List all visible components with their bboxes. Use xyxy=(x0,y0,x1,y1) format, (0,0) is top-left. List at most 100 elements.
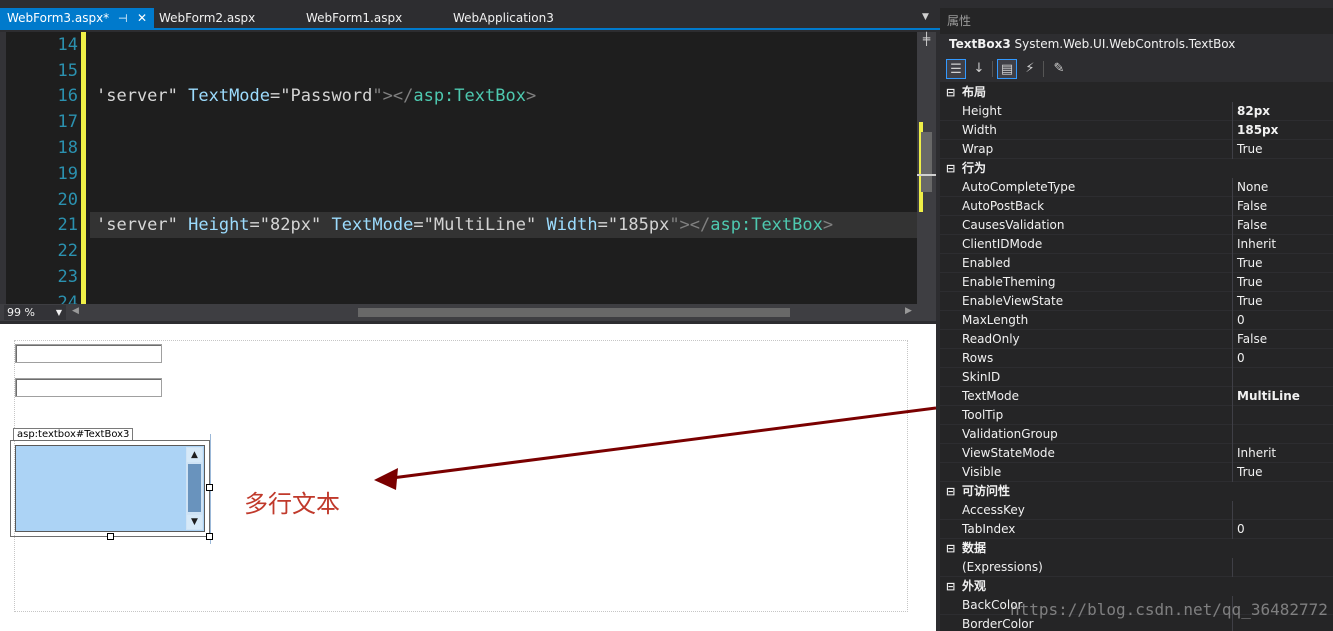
toolbar-separator xyxy=(1043,61,1044,77)
toolbar-separator xyxy=(992,61,993,77)
line-number: 14 xyxy=(57,35,78,55)
textbox-2-password[interactable] xyxy=(15,378,162,397)
design-surface[interactable]: asp:textbox#TextBox3 ▲ ▼ 多行文本 xyxy=(0,321,936,631)
close-icon[interactable]: ✕ xyxy=(137,8,147,29)
collapse-icon[interactable]: ⊟ xyxy=(946,159,955,178)
tab-webform1[interactable]: WebForm1.aspx xyxy=(299,8,439,30)
vs-ide-window: WebForm3.aspx* ⊣ ✕ WebForm2.aspx WebForm… xyxy=(0,0,1333,631)
collapse-icon[interactable]: ⊟ xyxy=(946,577,955,596)
properties-panel: 属性 TextBox3 System.Web.UI.WebControls.Te… xyxy=(940,8,1333,631)
property-row[interactable]: MaxLength 0 xyxy=(940,311,1333,330)
zoom-select[interactable]: 99 % ▼ xyxy=(4,305,66,320)
zoom-value: 99 % xyxy=(7,306,35,319)
property-row[interactable]: EnableViewState True xyxy=(940,292,1333,311)
property-pages-icon[interactable]: ✎ xyxy=(1049,59,1069,79)
tab-label: WebForm1.aspx xyxy=(306,11,403,25)
line-number: 21 xyxy=(57,215,78,235)
scrollbar-thumb[interactable] xyxy=(188,464,201,512)
collapse-icon[interactable]: ⊟ xyxy=(946,83,955,102)
property-row[interactable]: Enabled True xyxy=(940,254,1333,273)
property-row[interactable]: ValidationGroup xyxy=(940,425,1333,444)
property-row[interactable]: Visible True xyxy=(940,463,1333,482)
category-data[interactable]: ⊟ 数据 xyxy=(940,539,1333,558)
line-number-gutter: 14 15 16 17 18 19 20 21 22 23 24 xyxy=(6,32,86,304)
line-number: 23 xyxy=(57,267,78,287)
tab-webform3[interactable]: WebForm3.aspx* ⊣ ✕ xyxy=(0,8,154,30)
property-row[interactable]: Width 185px xyxy=(940,121,1333,140)
resize-handle-bottom[interactable] xyxy=(107,533,114,540)
category-behavior[interactable]: ⊟ 行为 xyxy=(940,159,1333,178)
tab-label: WebForm3.aspx* xyxy=(7,11,110,25)
property-row[interactable]: CausesValidation False xyxy=(940,216,1333,235)
zoom-and-hscroll-bar: 99 % ▼ ◀ ▶ xyxy=(0,304,936,321)
property-row[interactable]: (Expressions) xyxy=(940,558,1333,577)
alphabetical-icon[interactable]: ↓ xyxy=(969,59,989,79)
tab-webapplication3[interactable]: WebApplication3 xyxy=(446,8,586,30)
property-row[interactable]: Height 82px xyxy=(940,102,1333,121)
annotation-text: 多行文本 xyxy=(244,490,340,518)
property-row[interactable]: Wrap True xyxy=(940,140,1333,159)
scroll-right-icon[interactable]: ▶ xyxy=(905,306,912,316)
scrollbar-caret-marker xyxy=(917,174,936,176)
object-type: System.Web.UI.WebControls.TextBox xyxy=(1014,37,1236,51)
category-layout[interactable]: ⊟ 布局 xyxy=(940,83,1333,102)
textbox-scrollbar[interactable]: ▲ ▼ xyxy=(186,447,203,530)
properties-toolbar: ☰ ↓ ▤ ⚡ ✎ xyxy=(940,56,1333,82)
property-row[interactable]: SkinID xyxy=(940,368,1333,387)
panel-title: 属性 xyxy=(947,14,972,28)
category-accessibility[interactable]: ⊟ 可访问性 xyxy=(940,482,1333,501)
line-number: 17 xyxy=(57,112,78,132)
property-row[interactable]: ReadOnly False xyxy=(940,330,1333,349)
category-appearance[interactable]: ⊟ 外观 xyxy=(940,577,1333,596)
property-row[interactable]: AutoCompleteType None xyxy=(940,178,1333,197)
property-row[interactable]: ToolTip xyxy=(940,406,1333,425)
document-tab-strip: WebForm3.aspx* ⊣ ✕ WebForm2.aspx WebForm… xyxy=(0,8,940,30)
line-number: 16 xyxy=(57,86,78,106)
property-row[interactable]: EnableTheming True xyxy=(940,273,1333,292)
line-number: 18 xyxy=(57,138,78,158)
line-number: 22 xyxy=(57,241,78,261)
textbox-1[interactable] xyxy=(15,344,162,363)
object-name: TextBox3 xyxy=(949,37,1011,51)
categorized-icon[interactable]: ☰ xyxy=(946,59,966,79)
line-number: 24 xyxy=(57,293,78,304)
line-number: 15 xyxy=(57,61,78,81)
tab-webform2[interactable]: WebForm2.aspx xyxy=(152,8,292,30)
properties-icon[interactable]: ▤ xyxy=(997,59,1017,79)
property-row[interactable]: AutoPostBack False xyxy=(940,197,1333,216)
tab-label: WebForm2.aspx xyxy=(159,11,256,25)
resize-handle-bottom-right[interactable] xyxy=(206,533,213,540)
scroll-down-icon[interactable]: ▼ xyxy=(187,515,202,529)
scroll-left-icon[interactable]: ◀ xyxy=(72,306,79,316)
scroll-up-icon[interactable]: ▲ xyxy=(187,448,202,462)
collapse-icon[interactable]: ⊟ xyxy=(946,539,955,558)
property-row[interactable]: ViewStateMode Inherit xyxy=(940,444,1333,463)
events-icon[interactable]: ⚡ xyxy=(1020,59,1040,79)
code-line-16: 'server" TextMode="Password"></asp:TextB… xyxy=(96,86,537,106)
pin-icon[interactable]: ⊣ xyxy=(118,8,128,29)
multiline-textbox-body[interactable]: ▲ ▼ xyxy=(15,445,205,532)
scrollbar-thumb[interactable] xyxy=(921,132,932,192)
resize-handle-right[interactable] xyxy=(206,484,213,491)
code-text-area[interactable]: 'server" TextMode="Password"></asp:TextB… xyxy=(90,32,917,304)
chevron-down-icon: ▼ xyxy=(55,308,62,317)
horizontal-scrollbar-thumb[interactable] xyxy=(358,308,790,317)
tab-dropdown-icon[interactable]: ▼ xyxy=(922,12,929,22)
watermark-text: https://blog.csdn.net/qq_36482772 xyxy=(1010,600,1328,619)
selected-multiline-textbox[interactable]: ▲ ▼ xyxy=(10,440,210,537)
property-row[interactable]: TabIndex 0 xyxy=(940,520,1333,539)
line-number: 19 xyxy=(57,164,78,184)
line-number: 20 xyxy=(57,190,78,210)
property-grid[interactable]: ⊟ 布局 Height 82px Width 185px Wrap True ⊟ 行为 A… xyxy=(940,83,1333,631)
property-row[interactable]: TextMode MultiLine xyxy=(940,387,1333,406)
split-icon[interactable]: ╪ xyxy=(917,32,936,46)
code-editor[interactable]: 14 15 16 17 18 19 20 21 22 23 24 'server… xyxy=(0,32,917,304)
tab-label: WebApplication3 xyxy=(453,11,554,25)
change-tracking-bar xyxy=(81,32,86,304)
property-row[interactable]: Rows 0 xyxy=(940,349,1333,368)
editor-vertical-scrollbar[interactable]: ╪ xyxy=(917,32,936,304)
property-row[interactable]: ClientIDMode Inherit xyxy=(940,235,1333,254)
collapse-icon[interactable]: ⊟ xyxy=(946,482,955,501)
object-selector[interactable]: TextBox3 System.Web.UI.WebControls.TextB… xyxy=(940,34,1333,56)
property-row[interactable]: AccessKey xyxy=(940,501,1333,520)
